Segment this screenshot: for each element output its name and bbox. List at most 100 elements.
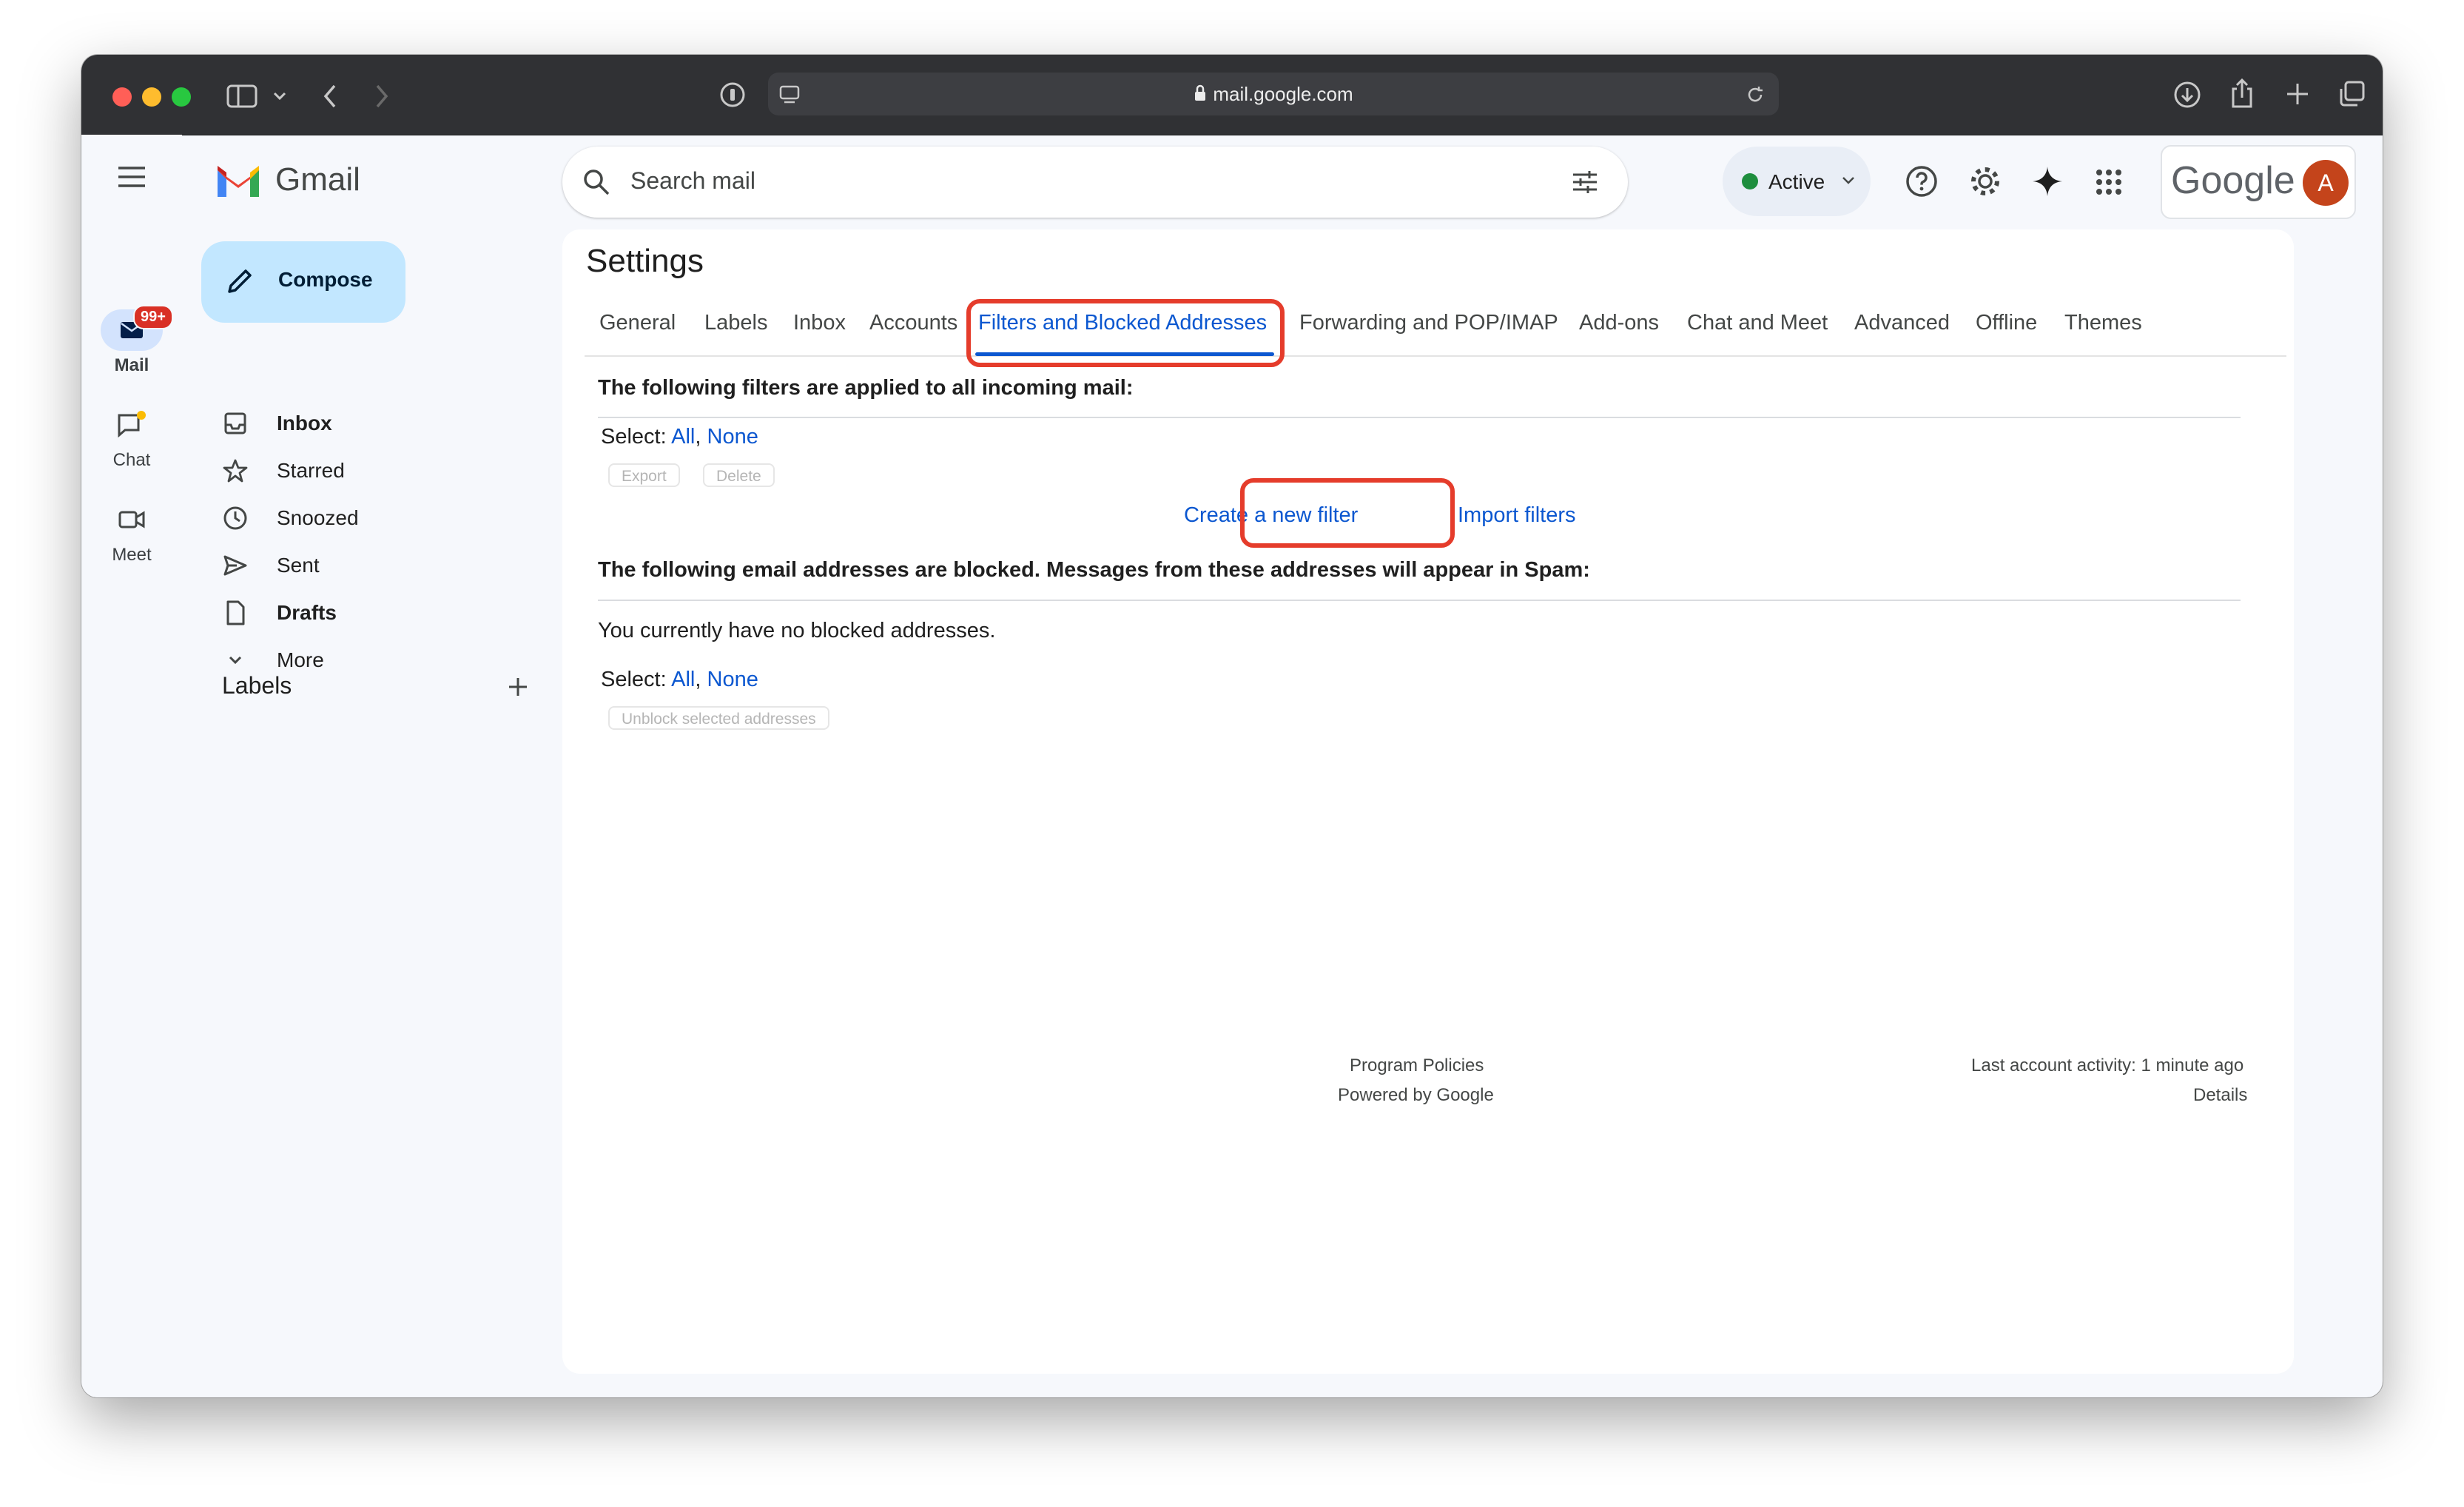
clock-icon [223, 506, 247, 530]
last-activity-text: Last account activity: 1 minute ago [1971, 1055, 2244, 1075]
gear-icon[interactable] [1968, 164, 2002, 198]
main-menu-icon[interactable] [117, 166, 147, 188]
help-icon[interactable] [1905, 164, 1939, 198]
blocked-select-prefix: Select: [601, 668, 667, 691]
mail-unread-badge: 99+ [133, 305, 173, 329]
tab-labels[interactable]: Labels [704, 311, 767, 335]
back-icon[interactable] [321, 83, 339, 110]
filters-select-all-link[interactable]: All [671, 425, 695, 449]
chevron-down-icon[interactable] [272, 90, 287, 102]
inbox-icon [224, 412, 246, 434]
app-name: Gmail [275, 161, 360, 198]
import-filters-link[interactable]: Import filters [1458, 503, 1576, 528]
rail-mail[interactable]: 99+ Mail [81, 305, 182, 376]
settings-tabs: General Labels Inbox Accounts Filters an… [585, 311, 2286, 357]
program-policies-link[interactable]: Program Policies [1350, 1055, 1484, 1076]
filters-select-separator: , [695, 425, 701, 449]
reload-icon[interactable] [1745, 84, 1765, 105]
chat-icon [118, 411, 146, 438]
chevron-down-icon [1842, 177, 1854, 184]
status-label: Active [1768, 170, 1825, 193]
blocked-select-row: Select: All, None [601, 668, 758, 692]
delete-button[interactable]: Delete [703, 463, 775, 487]
nav-sent-label: Sent [277, 554, 320, 577]
video-camera-icon [118, 511, 145, 528]
zoom-window-button[interactable] [172, 87, 191, 107]
gemini-sparkle-icon[interactable] [2030, 164, 2064, 198]
draft-file-icon [226, 600, 245, 625]
settings-panel [562, 229, 2294, 1374]
compose-label: Compose [278, 268, 373, 291]
unblock-selected-button[interactable]: Unblock selected addresses [608, 706, 829, 730]
tab-accounts[interactable]: Accounts [869, 311, 957, 335]
filters-select-none-link[interactable]: None [707, 425, 758, 449]
powered-by-text: Powered by Google [1338, 1085, 1494, 1105]
tab-advanced[interactable]: Advanced [1854, 311, 1950, 335]
tab-add-ons[interactable]: Add-ons [1579, 311, 1659, 335]
share-icon[interactable] [2229, 77, 2255, 110]
tab-inbox[interactable]: Inbox [793, 311, 846, 335]
apps-grid-icon[interactable] [2094, 167, 2124, 197]
tab-themes[interactable]: Themes [2064, 311, 2142, 335]
rail-chat[interactable]: Chat [81, 404, 182, 471]
highlight-filters-tab [966, 299, 1285, 367]
search-options-icon[interactable] [1570, 167, 1600, 197]
password-manager-icon[interactable] [719, 81, 746, 108]
blocked-select-all-link[interactable]: All [671, 668, 695, 691]
nav-inbox-label: Inbox [277, 412, 332, 434]
blocked-divider [598, 600, 2241, 601]
rail-chat-pill[interactable] [101, 404, 163, 446]
app-rail: 99+ Mail Chat Meet [81, 135, 182, 1397]
page-title: Settings [586, 243, 704, 279]
rail-meet[interactable]: Meet [81, 499, 182, 565]
filters-heading: The following filters are applied to all… [598, 376, 1134, 400]
close-window-button[interactable] [112, 87, 132, 107]
status-dropdown[interactable]: Active [1723, 147, 1871, 216]
labels-heading: Labels [222, 672, 292, 699]
filters-divider [598, 417, 2241, 418]
star-icon [223, 459, 248, 483]
details-link[interactable]: Details [2193, 1085, 2247, 1106]
sidebar-toggle-icon[interactable] [226, 84, 257, 108]
avatar[interactable]: A [2303, 160, 2349, 206]
add-label-icon[interactable] [506, 675, 530, 699]
account-box[interactable]: Google A [2161, 145, 2356, 219]
filters-select-row: Select: All, None [601, 425, 758, 449]
tab-offline[interactable]: Offline [1976, 311, 2037, 335]
nav-snoozed-label: Snoozed [277, 506, 359, 529]
nav-drafts-label: Drafts [277, 601, 337, 624]
chevron-down-icon [229, 656, 242, 665]
address-bar[interactable]: mail.google.com [768, 73, 1779, 115]
status-dot [1742, 173, 1758, 189]
tab-chat-and-meet[interactable]: Chat and Meet [1687, 311, 1828, 335]
nav-starred-label: Starred [277, 459, 345, 482]
url-text: mail.google.com [768, 73, 1779, 115]
browser-window: mail.google.com 99+ Mail Chat Meet Gmail… [81, 55, 2383, 1397]
downloads-icon[interactable] [2172, 80, 2202, 110]
tab-forwarding-and-pop-imap[interactable]: Forwarding and POP/IMAP [1299, 311, 1558, 335]
tab-overview-icon[interactable] [2338, 80, 2366, 108]
lock-icon [1194, 74, 1207, 117]
compose-button[interactable]: Compose [201, 241, 405, 323]
rail-mail-pill[interactable]: 99+ [101, 305, 173, 351]
rail-meet-label: Meet [112, 545, 152, 565]
blocked-select-separator: , [695, 668, 701, 691]
blocked-select-none-link[interactable]: None [707, 668, 758, 691]
search-icon[interactable] [582, 167, 611, 197]
new-tab-icon[interactable] [2285, 81, 2310, 107]
forward-icon[interactable] [373, 83, 391, 110]
highlight-create-filter [1240, 478, 1455, 548]
minimize-window-button[interactable] [142, 87, 161, 107]
search-bar[interactable]: Search mail [562, 147, 1628, 218]
rail-meet-pill[interactable] [101, 499, 163, 540]
url-label: mail.google.com [1213, 83, 1353, 105]
pencil-icon [228, 269, 252, 293]
browser-toolbar: mail.google.com [81, 55, 2383, 135]
nav-more-label: More [277, 648, 324, 671]
google-brand: Google [2171, 159, 2295, 202]
gmail-logo-icon[interactable] [215, 163, 262, 198]
tab-general[interactable]: General [599, 311, 676, 335]
no-blocked-text: You currently have no blocked addresses. [598, 619, 996, 642]
search-input[interactable]: Search mail [630, 167, 755, 195]
export-button[interactable]: Export [608, 463, 680, 487]
